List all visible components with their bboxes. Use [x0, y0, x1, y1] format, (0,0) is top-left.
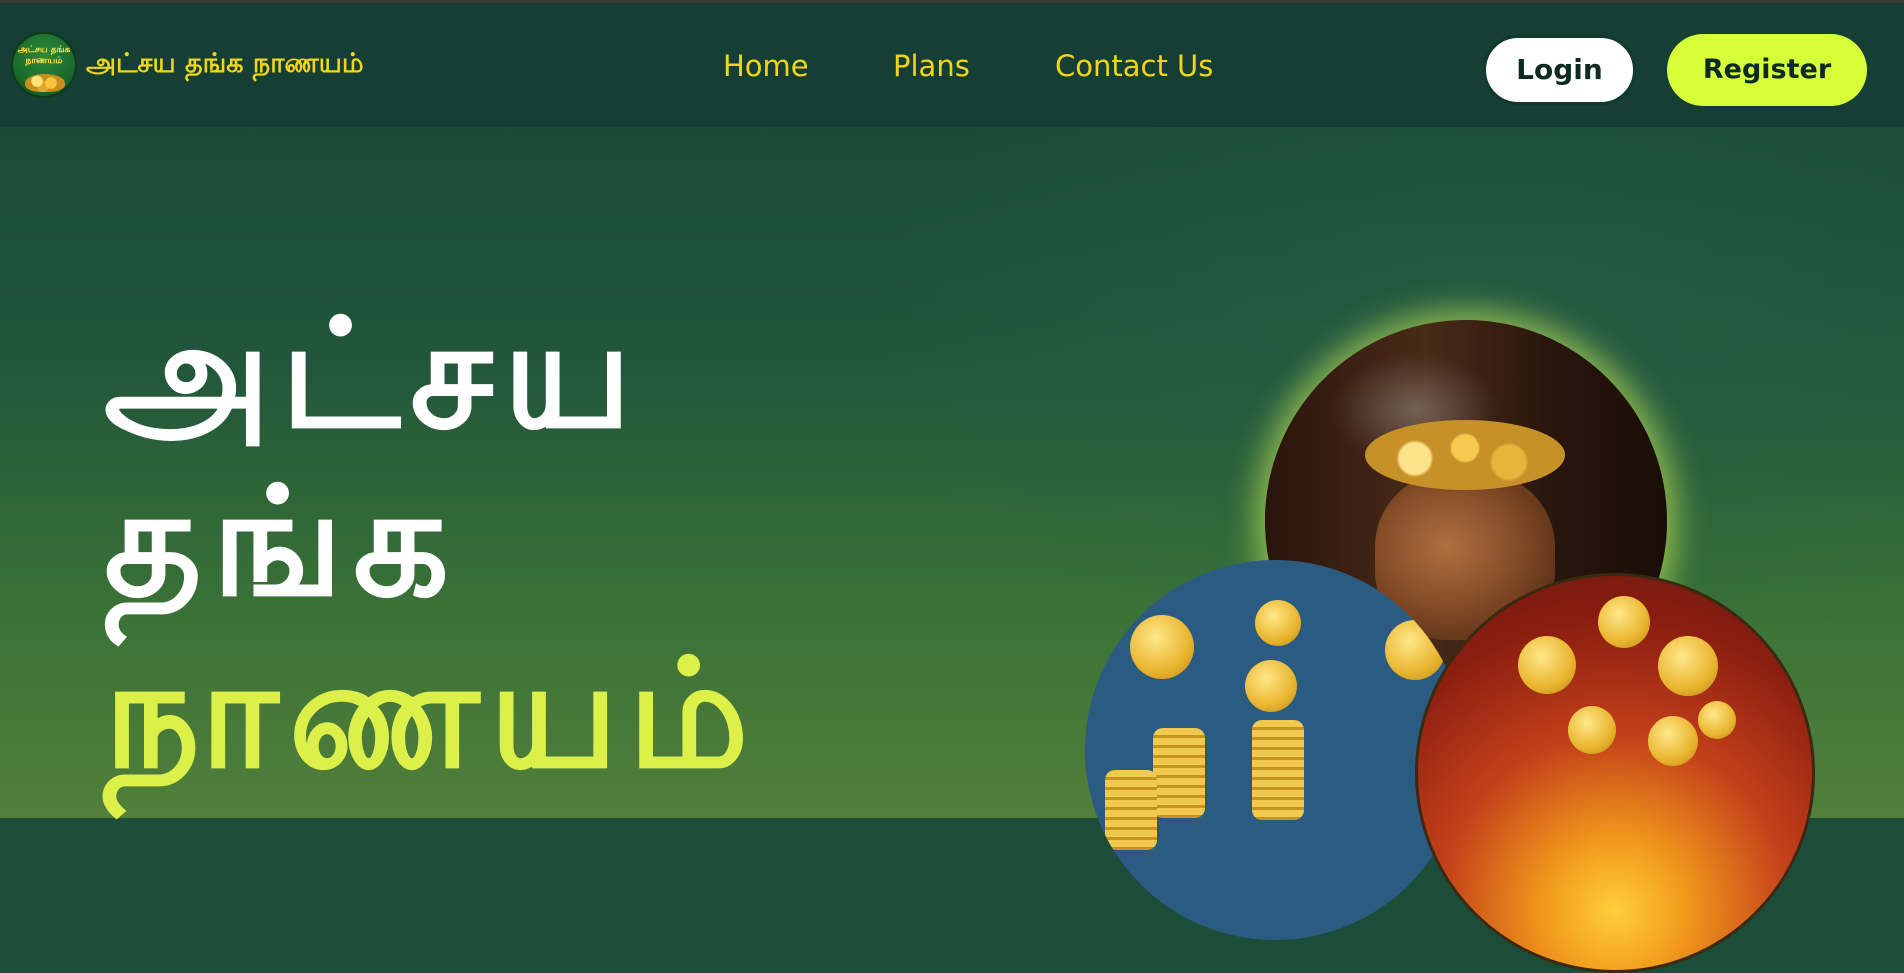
nav-home[interactable]: Home: [723, 49, 809, 83]
login-button[interactable]: Login: [1483, 35, 1636, 105]
coin-stack: [1105, 770, 1157, 850]
coin-pot-icon: [25, 74, 65, 92]
coin: [1255, 600, 1301, 646]
coin: [1385, 620, 1445, 680]
coin: [1598, 596, 1650, 648]
coin: [1698, 701, 1736, 739]
register-button[interactable]: Register: [1667, 34, 1867, 106]
hero-title-line-2: தங்க: [104, 456, 460, 630]
coin-stack: [1252, 720, 1304, 820]
gold-coins-burst-image: [1415, 573, 1815, 973]
coin: [1245, 660, 1297, 712]
brand-title[interactable]: அட்சய தங்க நாணயம்: [86, 46, 364, 82]
hero-title-line-1: அட்சய: [104, 288, 642, 462]
coin: [1568, 706, 1616, 754]
coin: [1648, 716, 1698, 766]
top-navbar: அட்சய தங்க நாணயம் அட்சய தங்க நாணயம் Home…: [0, 3, 1904, 127]
logo[interactable]: அட்சய தங்க நாணயம்: [11, 32, 77, 98]
coin-stack: [1153, 728, 1205, 818]
hero-title-line-3: நாணயம்: [104, 628, 759, 802]
logo-text: அட்சய தங்க நாணயம்: [17, 45, 71, 66]
coin: [1658, 636, 1718, 696]
nav-plans[interactable]: Plans: [893, 49, 970, 83]
nav-contact-us[interactable]: Contact Us: [1055, 49, 1213, 83]
pot-coins: [1365, 420, 1565, 490]
gold-coins-image: [1085, 560, 1465, 940]
coin: [1518, 636, 1576, 694]
coin: [1130, 615, 1194, 679]
